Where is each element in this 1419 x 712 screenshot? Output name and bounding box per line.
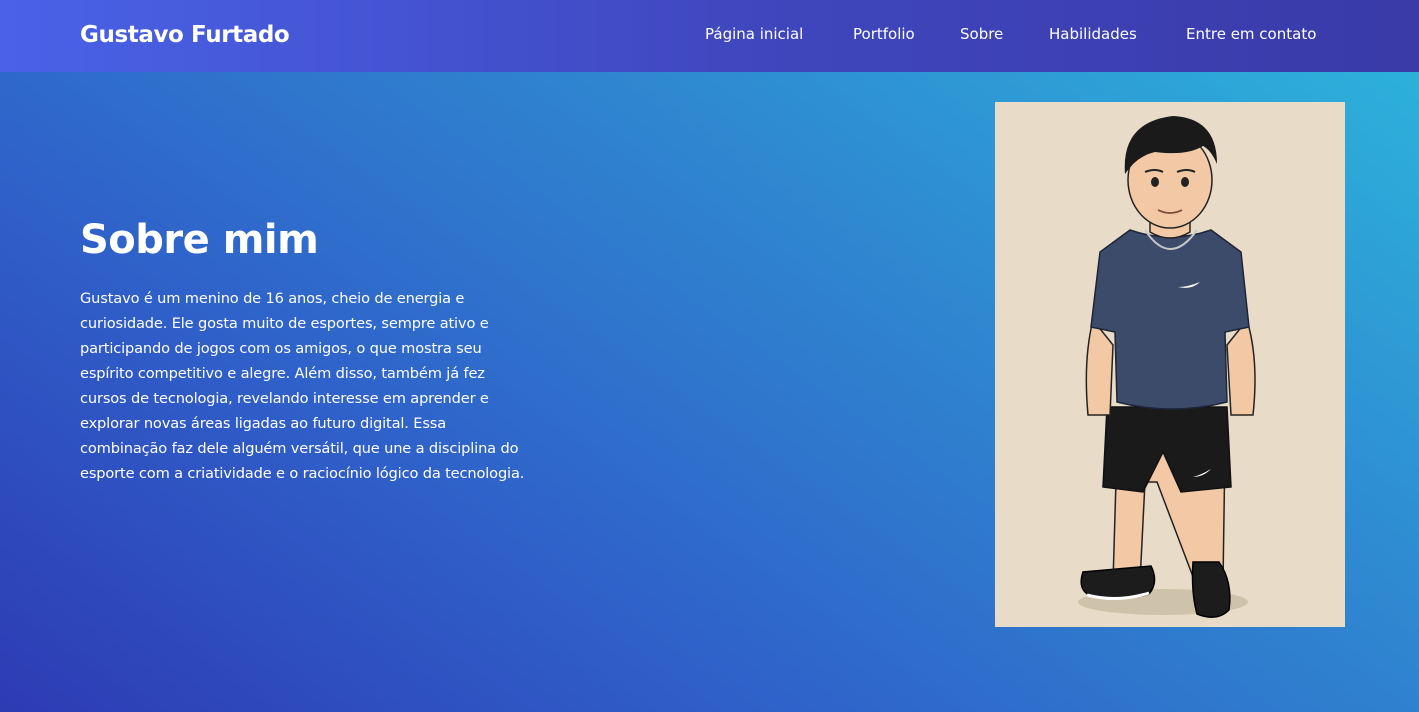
- nav-menu: Página inicial Portfolio Sobre Habilidad…: [0, 24, 1419, 46]
- about-section: Sobre mim Gustavo é um menino de 16 anos…: [80, 212, 530, 486]
- nav-link-portfolio[interactable]: Portfolio: [853, 24, 915, 44]
- about-title: Sobre mim: [80, 217, 319, 263]
- cartoon-boy-illustration: [1078, 116, 1256, 618]
- top-navbar: Gustavo Furtado Página inicial Portfolio…: [0, 0, 1419, 72]
- nav-link-contact[interactable]: Entre em contato: [1186, 24, 1316, 44]
- nav-link-home[interactable]: Página inicial: [705, 24, 803, 44]
- about-description: Gustavo é um menino de 16 anos, cheio de…: [80, 290, 525, 482]
- nav-link-skills[interactable]: Habilidades: [1049, 24, 1137, 44]
- nav-link-about[interactable]: Sobre: [960, 24, 1003, 44]
- portrait-image: [995, 102, 1345, 627]
